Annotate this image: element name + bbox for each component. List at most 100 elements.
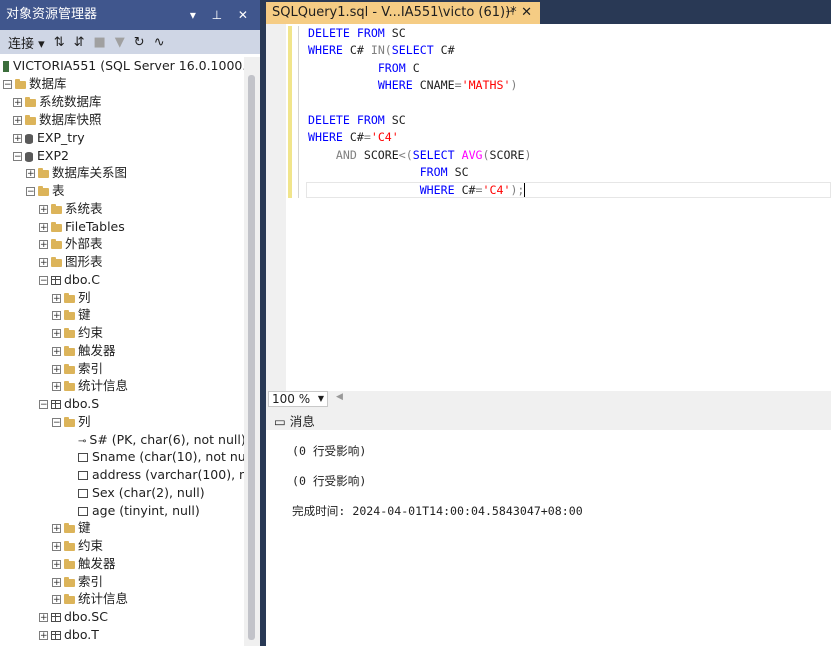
messages-output: (0 行受影响) (0 行受影响) 完成时间: 2024-04-01T14:00:0…	[292, 444, 583, 519]
expand-icon[interactable]: +	[39, 223, 48, 233]
code-token: SC	[391, 112, 406, 127]
tree-node-server[interactable]: VICTORIA551 (SQL Server 16.0.1000.6	[3, 57, 254, 75]
expand-icon[interactable]: +	[52, 382, 61, 392]
expand-icon[interactable]: +	[52, 542, 61, 552]
expand-icon[interactable]: +	[52, 294, 61, 304]
folder-icon	[64, 593, 75, 604]
tree-node-c-triggers[interactable]: + 触发器	[52, 342, 116, 360]
expand-icon[interactable]: +	[52, 578, 61, 588]
refresh-icon[interactable]: ↻	[134, 35, 145, 50]
expand-icon[interactable]: +	[39, 631, 48, 641]
tree-node-graph-tables[interactable]: + 图形表	[39, 253, 103, 271]
expand-icon[interactable]: +	[13, 134, 22, 144]
tree-node-external-tables[interactable]: + 外部表	[39, 235, 103, 253]
object-explorer-scrollbar[interactable]	[244, 57, 260, 646]
tree-node-col-sex[interactable]: Sex (char(2), null)	[78, 484, 205, 502]
tree-node-exp2[interactable]: − EXP2	[13, 147, 69, 165]
expand-icon[interactable]: +	[13, 116, 22, 126]
scrollbar-thumb[interactable]	[248, 75, 255, 640]
object-explorer-panel: 对象资源管理器 ▾ ⊥ ✕ 连接 ▾ ⇅ ⇵ ■ ▼ ↻ ∿ VICTORIA5…	[0, 0, 260, 646]
code-line[interactable]: WHERE C#='C4');	[308, 182, 531, 199]
collapse-icon[interactable]: −	[39, 276, 48, 286]
tree-node-col-sno[interactable]: ⊸ S# (PK, char(6), not null)	[78, 431, 246, 449]
code-line[interactable]: FROM SC	[308, 164, 531, 181]
scroll-left-icon[interactable]: ◀	[336, 392, 343, 402]
filter-icon[interactable]: ▼	[115, 35, 125, 50]
tree-node-s-keys[interactable]: + 键	[52, 519, 91, 537]
collapse-icon[interactable]: −	[39, 400, 48, 410]
collapse-icon[interactable]: −	[26, 187, 35, 197]
tree-node-c-indexes[interactable]: + 索引	[52, 360, 103, 378]
tree-node-dbo-c[interactable]: − dbo.C	[39, 271, 100, 289]
expand-icon[interactable]: +	[39, 613, 48, 623]
tree-node-s-indexes[interactable]: + 索引	[52, 573, 103, 591]
expand-icon[interactable]: +	[52, 311, 61, 321]
tree-node-exp-try[interactable]: + EXP_try	[13, 129, 85, 147]
code-line[interactable]: WHERE C# IN(SELECT C#	[308, 42, 531, 59]
tree-node-system-tables[interactable]: + 系统表	[39, 200, 103, 218]
code-line[interactable]: DELETE FROM SC	[308, 112, 531, 129]
tree-node-col-address[interactable]: address (varchar(100), nu	[78, 466, 255, 484]
expand-icon[interactable]: +	[52, 524, 61, 534]
stop-icon[interactable]: ■	[94, 35, 106, 50]
expand-icon[interactable]: +	[26, 169, 35, 179]
tree-node-db-diagrams[interactable]: + 数据库关系图	[26, 164, 127, 182]
tree-node-s-constraints[interactable]: + 约束	[52, 537, 103, 555]
tree-node-s-triggers[interactable]: + 触发器	[52, 555, 116, 573]
collapse-icon[interactable]: −	[52, 418, 61, 428]
code-token: =	[454, 78, 462, 93]
tree-node-file-tables[interactable]: + FileTables	[39, 218, 125, 236]
expand-icon[interactable]: +	[52, 595, 61, 605]
tree-node-c-constraints[interactable]: + 约束	[52, 324, 103, 342]
object-explorer-title-bar: 对象资源管理器 ▾ ⊥ ✕	[0, 0, 260, 30]
tree-node-s-columns[interactable]: − 列	[52, 413, 91, 431]
tree-node-s-statistics[interactable]: + 统计信息	[52, 590, 128, 608]
code-line[interactable]: WHERE CNAME='MATHS')	[308, 77, 531, 94]
code-text[interactable]: DELETE FROM SC WHERE C# IN(SELECT C# FROM…	[308, 25, 531, 199]
expand-icon[interactable]: +	[52, 365, 61, 375]
tree-node-c-keys[interactable]: + 键	[52, 306, 91, 324]
tree-node-dbo-sc[interactable]: + dbo.SC	[39, 608, 108, 626]
panel-window-controls[interactable]: ▾ ⊥ ✕	[190, 0, 254, 30]
expand-icon[interactable]: +	[39, 205, 48, 215]
collapse-icon[interactable]: −	[13, 152, 22, 162]
tab-messages[interactable]: ▭ 消息	[274, 411, 315, 430]
tree-node-databases[interactable]: − 数据库	[3, 75, 67, 93]
connect-icon[interactable]: ⇅	[54, 35, 65, 50]
connect-button[interactable]: 连接 ▾	[8, 33, 45, 52]
expand-icon[interactable]: +	[39, 240, 48, 250]
code-line[interactable]: FROM C	[308, 60, 531, 77]
tree-node-system-databases[interactable]: + 系统数据库	[13, 93, 102, 111]
chevron-down-icon[interactable]: ▼	[318, 392, 324, 406]
expand-icon[interactable]: +	[52, 329, 61, 339]
zoom-select[interactable]: 100 % ▼	[268, 391, 328, 407]
code-line[interactable]: AND SCORE<(SELECT AVG(SCORE)	[308, 147, 532, 164]
tab-sqlquery1[interactable]: SQLQuery1.sql - V...IA551\victo (61))* ⊣…	[266, 2, 540, 24]
pin-icon[interactable]: ⊣	[505, 2, 514, 24]
tree-node-c-columns[interactable]: + 列	[52, 289, 91, 307]
expand-icon[interactable]: +	[52, 560, 61, 570]
activity-icon[interactable]: ∿	[154, 35, 165, 50]
expand-icon[interactable]: +	[39, 258, 48, 268]
collapse-icon[interactable]: −	[3, 80, 12, 90]
tree-node-dbo-s[interactable]: − dbo.S	[39, 395, 99, 413]
tree-node-dbo-t[interactable]: + dbo.T	[39, 626, 99, 644]
disconnect-icon[interactable]: ⇵	[74, 35, 85, 50]
tree-node-col-sname[interactable]: Sname (char(10), not null)	[78, 448, 258, 466]
server-icon	[3, 61, 9, 72]
tree-node-col-age[interactable]: age (tinyint, null)	[78, 502, 200, 520]
code-token: (	[482, 147, 490, 162]
code-line[interactable]: DELETE FROM SC	[308, 25, 531, 42]
tree-node-db-snapshots[interactable]: + 数据库快照	[13, 111, 102, 129]
tree-node-c-statistics[interactable]: + 统计信息	[52, 377, 128, 395]
tree-node-tables[interactable]: − 表	[26, 182, 65, 200]
code-line[interactable]: WHERE C#='C4'	[308, 129, 531, 146]
expand-icon[interactable]: +	[13, 98, 22, 108]
code-line[interactable]	[308, 95, 531, 112]
code-token: )	[524, 147, 532, 162]
query-editor[interactable]: DELETE FROM SC WHERE C# IN(SELECT C# FROM…	[266, 24, 831, 391]
close-icon[interactable]: ✕	[521, 2, 532, 24]
expand-icon[interactable]: +	[52, 347, 61, 357]
code-token: WHERE	[308, 130, 350, 145]
